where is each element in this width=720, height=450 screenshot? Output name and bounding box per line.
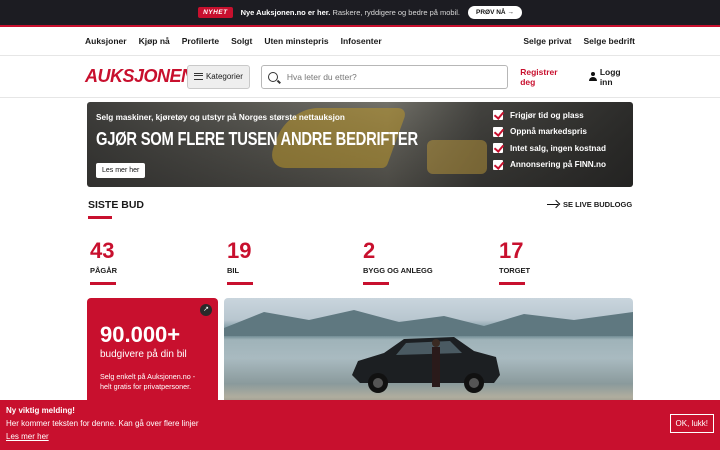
checkmark-icon bbox=[493, 159, 503, 170]
login-button[interactable]: Logg inn bbox=[588, 67, 635, 87]
machine-image bbox=[427, 140, 487, 174]
stat-pagar[interactable]: 43 PÅGÅR bbox=[90, 238, 117, 285]
categories-label: Kategorier bbox=[205, 72, 243, 81]
menu-icon bbox=[193, 73, 203, 80]
promo-number: 90.000+ bbox=[100, 322, 181, 347]
register-link[interactable]: Registrer deg bbox=[520, 67, 574, 87]
close-notice-button[interactable]: OK, lukk! bbox=[669, 414, 714, 433]
benefit-list: Frigjør tid og plass Oppnå markedspris I… bbox=[493, 110, 606, 170]
external-link-icon[interactable]: ↗ bbox=[200, 304, 212, 316]
try-now-button[interactable]: PRØV NÅ → bbox=[468, 6, 522, 19]
nav-kjop-na[interactable]: Kjøp nå bbox=[139, 36, 170, 46]
business-banner: Selg maskiner, kjøretøy og utstyr på Nor… bbox=[87, 102, 633, 187]
nav-profilerte[interactable]: Profilerte bbox=[182, 36, 219, 46]
categories-button[interactable]: Kategorier bbox=[187, 64, 250, 89]
stat-torget[interactable]: 17 TORGET bbox=[499, 238, 530, 285]
nav-solgt[interactable]: Solgt bbox=[231, 36, 252, 46]
notice-banner: Ny viktig melding! Her kommer teksten fo… bbox=[0, 400, 720, 450]
site-header: AUKSJONEN Kategorier Hva leter du etter?… bbox=[0, 56, 720, 98]
stat-bil[interactable]: 19 BIL bbox=[227, 238, 253, 285]
mountain-silhouette bbox=[224, 310, 633, 336]
arrow-right-icon bbox=[547, 203, 558, 206]
search-placeholder: Hva leter du etter? bbox=[286, 71, 357, 82]
user-icon bbox=[588, 72, 597, 81]
promo-card[interactable]: ↗ 90.000+ budgivere på din bil Selg enke… bbox=[87, 298, 218, 408]
read-more-button[interactable]: Les mer her bbox=[96, 163, 146, 178]
live-bid-log-link[interactable]: SE LIVE BUDLOGG bbox=[547, 200, 632, 209]
nav-selge-bedrift[interactable]: Selge bedrift bbox=[584, 36, 635, 46]
car-photo bbox=[224, 298, 633, 408]
nav-infosenter[interactable]: Infosenter bbox=[341, 36, 382, 46]
banner-subtitle: Selg maskiner, kjøretøy og utstyr på Nor… bbox=[96, 113, 345, 122]
nav-uten-minstepris[interactable]: Uten minstepris bbox=[264, 36, 328, 46]
car-image bbox=[352, 337, 500, 393]
login-label: Logg inn bbox=[599, 66, 621, 87]
search-input[interactable]: Hva leter du etter? bbox=[260, 64, 509, 89]
promo-subtitle: budgivere på din bil bbox=[100, 349, 187, 360]
benefit-item: Frigjør tid og plass bbox=[493, 110, 606, 120]
section-title: SISTE BUD bbox=[88, 199, 145, 211]
nav-selge-privat[interactable]: Selge privat bbox=[523, 36, 571, 46]
main-nav: Auksjoner Kjøp nå Profilerte Solgt Uten … bbox=[0, 27, 720, 56]
title-underline bbox=[88, 216, 112, 219]
nav-auksjoner[interactable]: Auksjoner bbox=[85, 36, 127, 46]
notice-text: Her kommer teksten for denne. Kan gå ove… bbox=[6, 419, 199, 428]
announcement-text: Nye Auksjonen.no er her. Raskere, ryddig… bbox=[240, 8, 461, 17]
benefit-item: Annonsering på FINN.no bbox=[493, 159, 606, 170]
announcement-bar: NYHET Nye Auksjonen.no er her. Raskere, … bbox=[0, 0, 720, 27]
checkmark-icon bbox=[493, 110, 503, 120]
checkmark-icon bbox=[493, 126, 503, 137]
promo-text: Selg enkelt på Auksjonen.no - helt grati… bbox=[100, 372, 196, 391]
checkmark-icon bbox=[493, 143, 503, 153]
search-icon bbox=[267, 71, 278, 82]
notice-title: Ny viktig melding! bbox=[6, 406, 75, 415]
new-badge: NYHET bbox=[198, 7, 233, 18]
benefit-item: Intet salg, ingen kostnad bbox=[493, 143, 606, 153]
notice-read-more-link[interactable]: Les mer her bbox=[6, 432, 714, 441]
banner-headline: GJØR SOM FLERE TUSEN ANDRE BEDRIFTER bbox=[96, 129, 418, 149]
benefit-item: Oppnå markedspris bbox=[493, 126, 606, 137]
stat-bygg-og-anlegg[interactable]: 2 BYGG OG ANLEGG bbox=[363, 238, 433, 285]
logo[interactable]: AUKSJONEN bbox=[85, 66, 194, 87]
